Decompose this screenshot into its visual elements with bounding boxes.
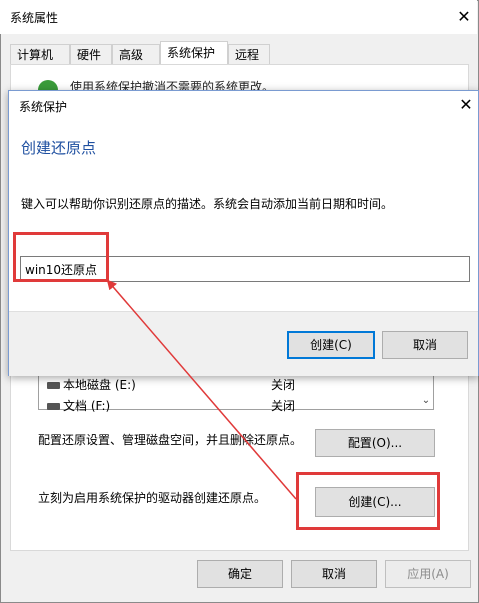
annotation-arrow — [106, 279, 297, 500]
